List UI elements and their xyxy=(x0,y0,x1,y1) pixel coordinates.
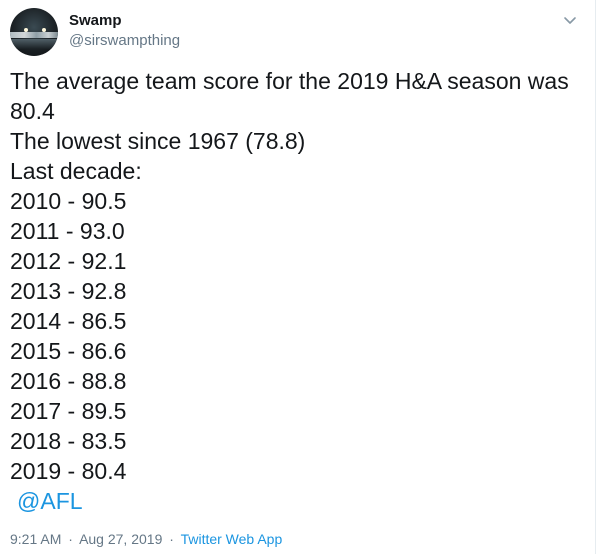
tweet-line: Last decade: xyxy=(10,158,142,184)
tweet-line: 80.4 xyxy=(10,98,55,124)
tweet-text: The average team score for the 2019 H&A … xyxy=(10,66,585,486)
tweet-date[interactable]: Aug 27, 2019 xyxy=(79,531,162,547)
author-handle[interactable]: @sirswampthing xyxy=(69,32,180,49)
tweet-line: 2016 - 88.8 xyxy=(10,368,127,394)
tweet-line: 2011 - 93.0 xyxy=(10,218,125,244)
chevron-down-icon[interactable] xyxy=(562,12,578,28)
tweet-source-link[interactable]: Twitter Web App xyxy=(181,531,283,547)
tweet-time[interactable]: 9:21 AM xyxy=(10,531,61,547)
tweet-line: 2014 - 86.5 xyxy=(10,308,127,334)
tweet-line: The average team score for the 2019 H&A … xyxy=(10,68,569,94)
avatar-reflection xyxy=(10,39,58,49)
author-display-name[interactable]: Swamp xyxy=(69,12,122,29)
avatar[interactable] xyxy=(10,8,58,56)
tweet-line: 2010 - 90.5 xyxy=(10,188,127,214)
tweet-line: 2013 - 92.8 xyxy=(10,278,127,304)
tweet-line: The lowest since 1967 (78.8) xyxy=(10,128,306,154)
tweet-line: 2018 - 83.5 xyxy=(10,428,127,454)
mention-container: @AFL xyxy=(17,486,83,516)
meta-separator: · xyxy=(68,531,73,547)
tweet-line: 2012 - 92.1 xyxy=(10,248,127,274)
meta-separator: · xyxy=(169,531,174,547)
avatar-skyline xyxy=(10,32,58,38)
tweet-line: 2017 - 89.5 xyxy=(10,398,127,424)
tweet-line: 2019 - 80.4 xyxy=(10,458,127,484)
mention-link-afl[interactable]: @AFL xyxy=(17,488,83,514)
tweet-card: Swamp @sirswampthing The average team sc… xyxy=(0,0,596,554)
tweet-metadata: 9:21 AM · Aug 27, 2019 · Twitter Web App xyxy=(10,531,282,547)
chevron-down-icon-svg xyxy=(564,17,576,24)
tweet-line: 2015 - 86.6 xyxy=(10,338,127,364)
